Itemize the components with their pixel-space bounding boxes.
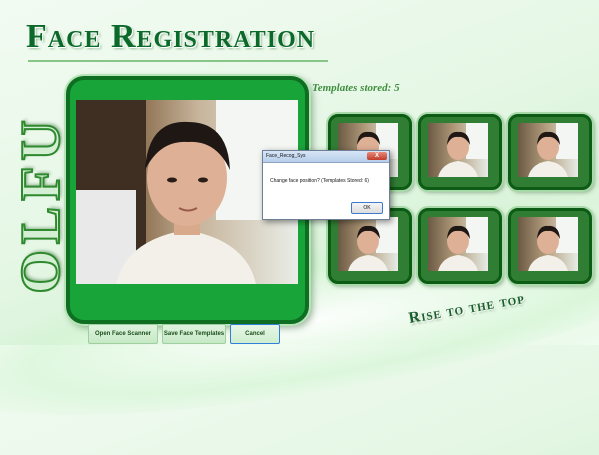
template-thumbnail <box>418 208 502 284</box>
side-logo-text: OLFU <box>9 113 73 295</box>
dialog-title: Face_Recog_Sys <box>266 153 306 159</box>
dialog-titlebar: Face_Recog_Sys X <box>263 151 389 163</box>
page-title: Face Registration <box>26 18 316 55</box>
cancel-button[interactable]: Cancel <box>230 324 280 344</box>
dialog-close-button[interactable]: X <box>367 152 387 160</box>
template-thumbnail <box>418 114 502 190</box>
side-logo: OLFU <box>9 78 73 330</box>
template-image <box>338 217 398 271</box>
save-face-templates-button[interactable]: Save Face Templates <box>162 324 226 344</box>
template-image <box>428 123 488 177</box>
dialog-ok-button[interactable]: OK <box>351 202 383 214</box>
template-thumbnail <box>508 208 592 284</box>
close-icon: X <box>374 153 379 159</box>
dialog-message: Change face position? (Templates Stored:… <box>270 178 369 184</box>
template-thumbnail <box>508 114 592 190</box>
template-image <box>518 217 578 271</box>
template-image <box>428 217 488 271</box>
templates-stored-label: Templates stored: 5 <box>312 82 400 94</box>
template-image <box>518 123 578 177</box>
confirm-dialog: Face_Recog_Sys X Change face position? (… <box>262 150 390 220</box>
open-face-scanner-button[interactable]: Open Face Scanner <box>88 324 158 344</box>
title-underline <box>28 60 328 62</box>
